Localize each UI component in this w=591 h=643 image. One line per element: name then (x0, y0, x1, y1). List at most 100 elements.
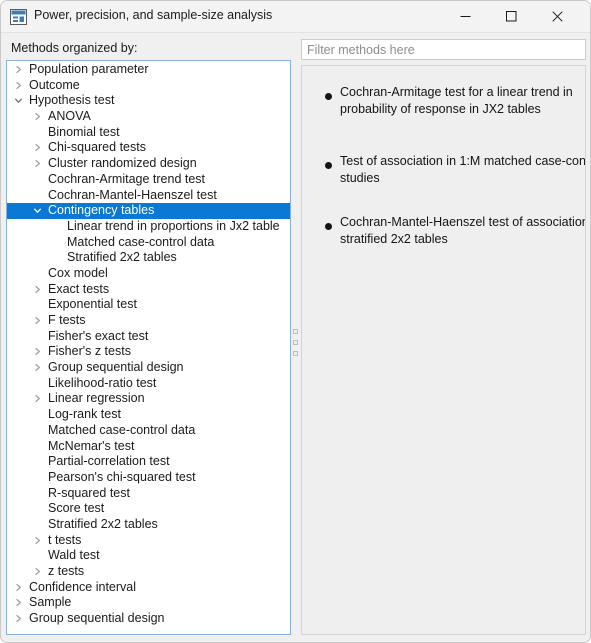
chevron-right-icon[interactable] (30, 140, 44, 156)
tree-item[interactable]: Stratified 2x2 tables (7, 250, 290, 266)
tree-item[interactable]: ANOVA (7, 109, 290, 125)
chevron-right-icon[interactable] (11, 78, 25, 94)
tree-item[interactable]: Cochran-Mantel-Haenszel test (7, 188, 290, 204)
title-bar[interactable]: Power, precision, and sample-size analys… (1, 1, 590, 33)
tree-item-label: Contingency tables (48, 203, 155, 218)
tree-item[interactable]: Score test (7, 501, 290, 517)
application-window: Power, precision, and sample-size analys… (0, 0, 591, 643)
tree-item[interactable]: Contingency tables (7, 203, 290, 219)
tree-item-label: Hypothesis test (29, 93, 115, 108)
tree-item[interactable]: Outcome (7, 78, 290, 94)
tree-item-label: Matched case-control data (48, 422, 196, 437)
tree-item-label: Confidence interval (29, 579, 137, 594)
tree-item[interactable]: Cox model (7, 266, 290, 282)
tree-item[interactable]: Cluster randomized design (7, 156, 290, 172)
tree-item[interactable]: Fisher's exact test (7, 329, 290, 345)
form-window-icon (10, 9, 27, 25)
chevron-right-icon[interactable] (30, 533, 44, 549)
panel-splitter[interactable] (292, 60, 300, 635)
tree-item-label: McNemar's test (48, 438, 135, 453)
maximize-button[interactable] (488, 1, 534, 32)
chevron-right-icon[interactable] (30, 313, 44, 329)
bullet-icon (325, 93, 332, 100)
window-title: Power, precision, and sample-size analys… (34, 8, 273, 22)
chevron-down-icon[interactable] (30, 203, 44, 219)
tree-item[interactable]: Linear regression (7, 391, 290, 407)
tree-item-label: Chi-squared tests (48, 140, 146, 155)
tree-item-label: Group sequential design (29, 611, 165, 626)
tree-item-label: R-squared test (48, 485, 130, 500)
tree-item-label: Linear trend in proportions in Jx2 table (67, 218, 280, 233)
tree-item[interactable]: Exact tests (7, 282, 290, 298)
chevron-right-icon[interactable] (30, 391, 44, 407)
splitter-grip-dot (293, 340, 298, 345)
tree-item[interactable]: Group sequential design (7, 611, 290, 627)
tree-item-label: Fisher's z tests (48, 344, 131, 359)
tree-item[interactable]: Binomial test (7, 125, 290, 141)
chevron-right-icon[interactable] (30, 109, 44, 125)
result-list-item[interactable]: Cochran-Armitage test for a linear trend… (302, 84, 585, 122)
tree-item-label: Group sequential design (48, 360, 184, 375)
tree-item[interactable]: Population parameter (7, 62, 290, 78)
tree-item[interactable]: Exponential test (7, 297, 290, 313)
tree-item[interactable]: Likelihood-ratio test (7, 376, 290, 392)
tree-item-label: Matched case-control data (67, 234, 215, 249)
tree-item[interactable]: Stratified 2x2 tables (7, 517, 290, 533)
chevron-right-icon[interactable] (30, 344, 44, 360)
tree-item-label: Cluster randomized design (48, 156, 197, 171)
tree-item-label: Fisher's exact test (48, 328, 149, 343)
chevron-right-icon[interactable] (30, 564, 44, 580)
result-item-label: Cochran-Mantel-Haenszel test of associat… (340, 215, 586, 246)
tree-item-label: Exponential test (48, 297, 137, 312)
methods-tree[interactable]: Population parameter Outcome Hypothesis te… (6, 60, 291, 635)
tree-item[interactable]: Cochran-Armitage trend test (7, 172, 290, 188)
tree-item[interactable]: Log-rank test (7, 407, 290, 423)
tree-item[interactable]: Sample (7, 595, 290, 611)
tree-item[interactable]: McNemar's test (7, 439, 290, 455)
tree-item[interactable]: Matched case-control data (7, 423, 290, 439)
chevron-right-icon[interactable] (30, 360, 44, 376)
tree-item[interactable]: t tests (7, 533, 290, 549)
bullet-icon (325, 223, 332, 230)
tree-item[interactable]: R-squared test (7, 486, 290, 502)
tree-item-label: Log-rank test (48, 407, 121, 422)
close-button[interactable] (534, 1, 580, 32)
minimize-button[interactable] (442, 1, 488, 32)
tree-item[interactable]: Wald test (7, 548, 290, 564)
chevron-right-icon[interactable] (11, 611, 25, 627)
result-list-item[interactable]: Test of association in 1:M matched case-… (302, 153, 585, 191)
tree-item[interactable]: F tests (7, 313, 290, 329)
chevron-right-icon[interactable] (11, 595, 25, 611)
chevron-down-icon[interactable] (11, 93, 25, 109)
tree-item-label: Partial-correlation test (48, 454, 170, 469)
filter-methods-input[interactable] (301, 39, 586, 60)
tree-item[interactable]: z tests (7, 564, 290, 580)
methods-tree-rows: Population parameter Outcome Hypothesis te… (7, 61, 290, 627)
chevron-right-icon[interactable] (11, 580, 25, 596)
tree-item[interactable]: Confidence interval (7, 580, 290, 596)
methods-organized-by-label: Methods organized by: (11, 41, 138, 55)
tree-item[interactable]: Matched case-control data (7, 235, 290, 251)
results-panel[interactable]: Cochran-Armitage test for a linear trend… (301, 65, 586, 635)
chevron-right-icon[interactable] (30, 156, 44, 172)
splitter-grip[interactable] (293, 329, 298, 362)
tree-item-label: Pearson's chi-squared test (48, 469, 196, 484)
tree-item[interactable]: Fisher's z tests (7, 344, 290, 360)
tree-item-label: Score test (48, 501, 105, 516)
tree-item-label: Sample (29, 595, 72, 610)
result-item-label: Cochran-Armitage test for a linear trend… (340, 85, 573, 116)
tree-item[interactable]: Pearson's chi-squared test (7, 470, 290, 486)
tree-item[interactable]: Chi-squared tests (7, 140, 290, 156)
tree-item-label: Population parameter (29, 62, 149, 76)
chevron-right-icon[interactable] (11, 62, 25, 78)
tree-item[interactable]: Group sequential design (7, 360, 290, 376)
tree-item-label: Cochran-Armitage trend test (48, 171, 206, 186)
tree-item-label: Stratified 2x2 tables (67, 250, 177, 265)
result-list-item[interactable]: Cochran-Mantel-Haenszel test of associat… (302, 214, 586, 252)
bullet-icon (325, 162, 332, 169)
tree-item[interactable]: Linear trend in proportions in Jx2 table (7, 219, 290, 235)
chevron-right-icon[interactable] (30, 282, 44, 298)
tree-item[interactable]: Partial-correlation test (7, 454, 290, 470)
tree-item-label: z tests (48, 564, 85, 578)
tree-item[interactable]: Hypothesis test (7, 93, 290, 109)
